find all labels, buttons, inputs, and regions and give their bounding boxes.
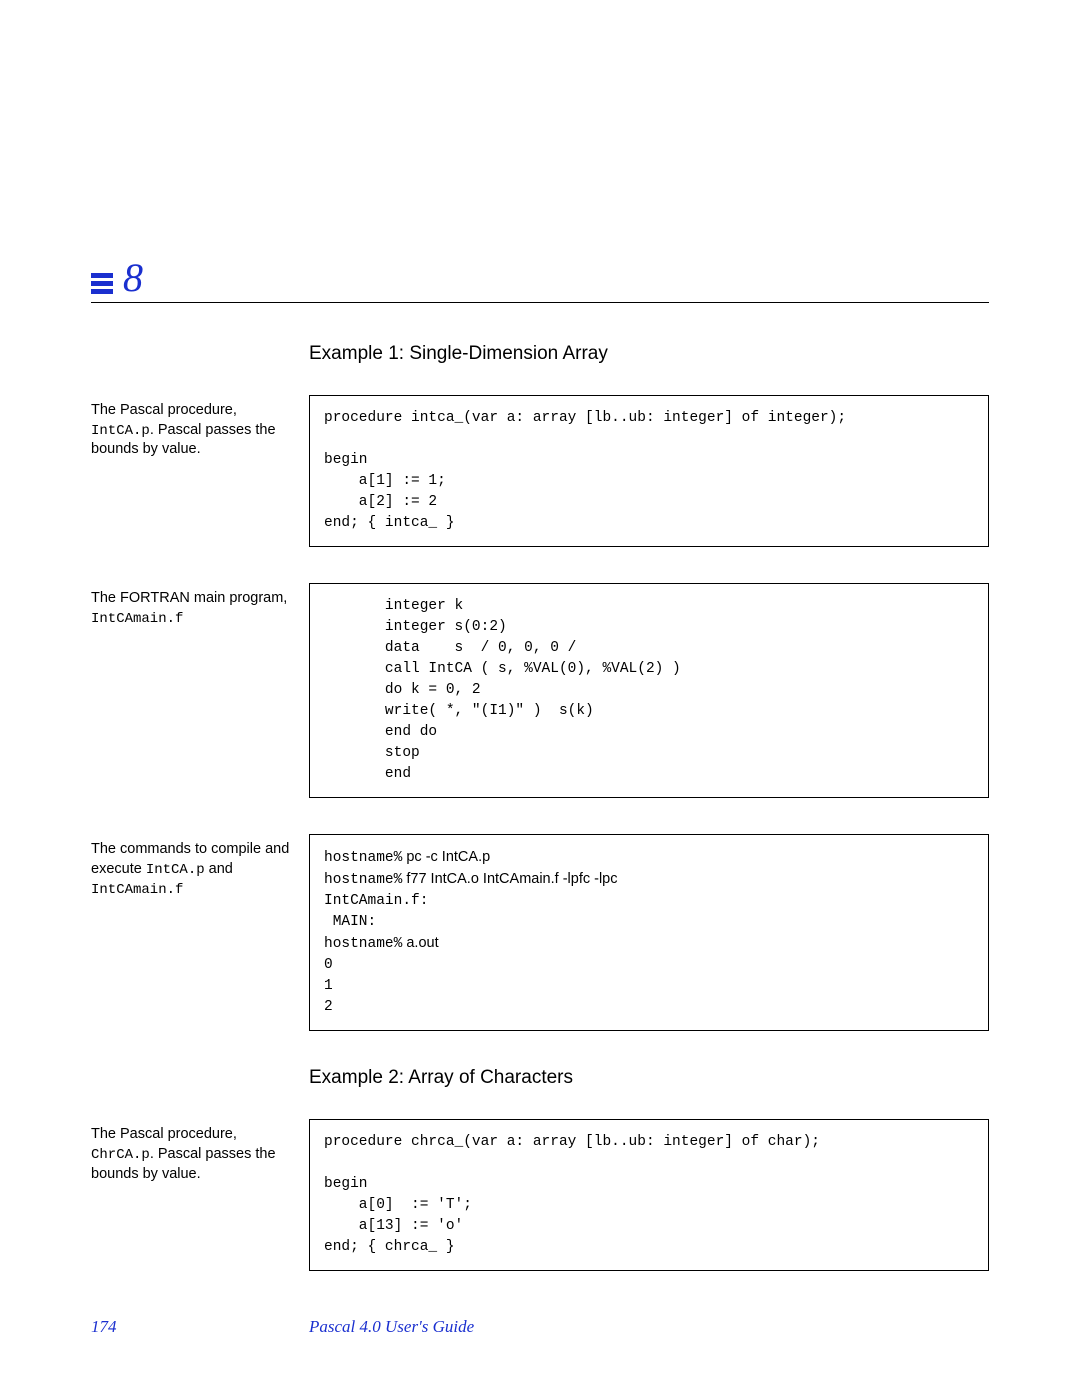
cmd: f77 IntCA.o IntCAmain.f -lpfc -lpc bbox=[402, 871, 617, 887]
cmd: pc -c IntCA.p bbox=[402, 849, 490, 865]
example1-block1-code: procedure intca_(var a: array [lb..ub: i… bbox=[309, 395, 989, 547]
example1-block3: The commands to compile and execute IntC… bbox=[91, 834, 989, 1031]
example1-block1-note: The Pascal procedure, IntCA.p. Pascal pa… bbox=[91, 395, 295, 460]
output: MAIN: bbox=[324, 914, 376, 930]
note-text: bounds by value. bbox=[91, 1166, 201, 1182]
chapter-header: 8 bbox=[91, 258, 989, 303]
chapter-number: 8 bbox=[123, 258, 143, 298]
note-text: and bbox=[205, 861, 233, 877]
guide-title: Pascal 4.0 User's Guide bbox=[309, 1317, 474, 1337]
example1-block3-code: hostname% pc -c IntCA.p hostname% f77 In… bbox=[309, 834, 989, 1031]
note-text: The Pascal procedure, bbox=[91, 1126, 237, 1142]
note-text: The commands to compile and bbox=[91, 841, 289, 857]
note-text: execute bbox=[91, 861, 146, 877]
prompt: hostname% bbox=[324, 936, 402, 952]
example2-block1: The Pascal procedure, ChrCA.p. Pascal pa… bbox=[91, 1119, 989, 1271]
output: 1 bbox=[324, 978, 333, 994]
example1-heading: Example 1: Single-Dimension Array bbox=[309, 343, 989, 365]
prompt: hostname% bbox=[324, 872, 402, 888]
example1-block2-code: integer k integer s(0:2) data s / 0, 0, … bbox=[309, 583, 989, 798]
chapter-icon bbox=[91, 273, 113, 294]
example1-block2-note: The FORTRAN main program, IntCAmain.f bbox=[91, 583, 295, 628]
example2-block1-note: The Pascal procedure, ChrCA.p. Pascal pa… bbox=[91, 1119, 295, 1184]
output: 2 bbox=[324, 999, 333, 1015]
output: 0 bbox=[324, 957, 333, 973]
note-filename: IntCA.p bbox=[91, 423, 150, 439]
note-filename: IntCA.p bbox=[146, 862, 205, 878]
note-text: The Pascal procedure, bbox=[91, 402, 237, 418]
note-filename: IntCAmain.f bbox=[91, 611, 183, 627]
example2-block1-code: procedure chrca_(var a: array [lb..ub: i… bbox=[309, 1119, 989, 1271]
note-text: . Pascal passes the bbox=[150, 422, 276, 438]
example1-block2: The FORTRAN main program, IntCAmain.f in… bbox=[91, 583, 989, 798]
note-filename: IntCAmain.f bbox=[91, 882, 183, 898]
note-text: The FORTRAN main program, bbox=[91, 590, 287, 606]
example1-block1: The Pascal procedure, IntCA.p. Pascal pa… bbox=[91, 395, 989, 547]
cmd: a.out bbox=[402, 935, 438, 951]
note-filename: ChrCA.p bbox=[91, 1147, 150, 1163]
prompt: hostname% bbox=[324, 850, 402, 866]
example1-block3-note: The commands to compile and execute IntC… bbox=[91, 834, 295, 899]
note-text: . Pascal passes the bbox=[150, 1146, 276, 1162]
output: IntCAmain.f: bbox=[324, 893, 428, 909]
note-text: bounds by value. bbox=[91, 441, 201, 457]
page-footer: 174 Pascal 4.0 User's Guide bbox=[91, 1317, 989, 1337]
example2-heading: Example 2: Array of Characters bbox=[309, 1067, 989, 1089]
page-number: 174 bbox=[91, 1317, 309, 1337]
